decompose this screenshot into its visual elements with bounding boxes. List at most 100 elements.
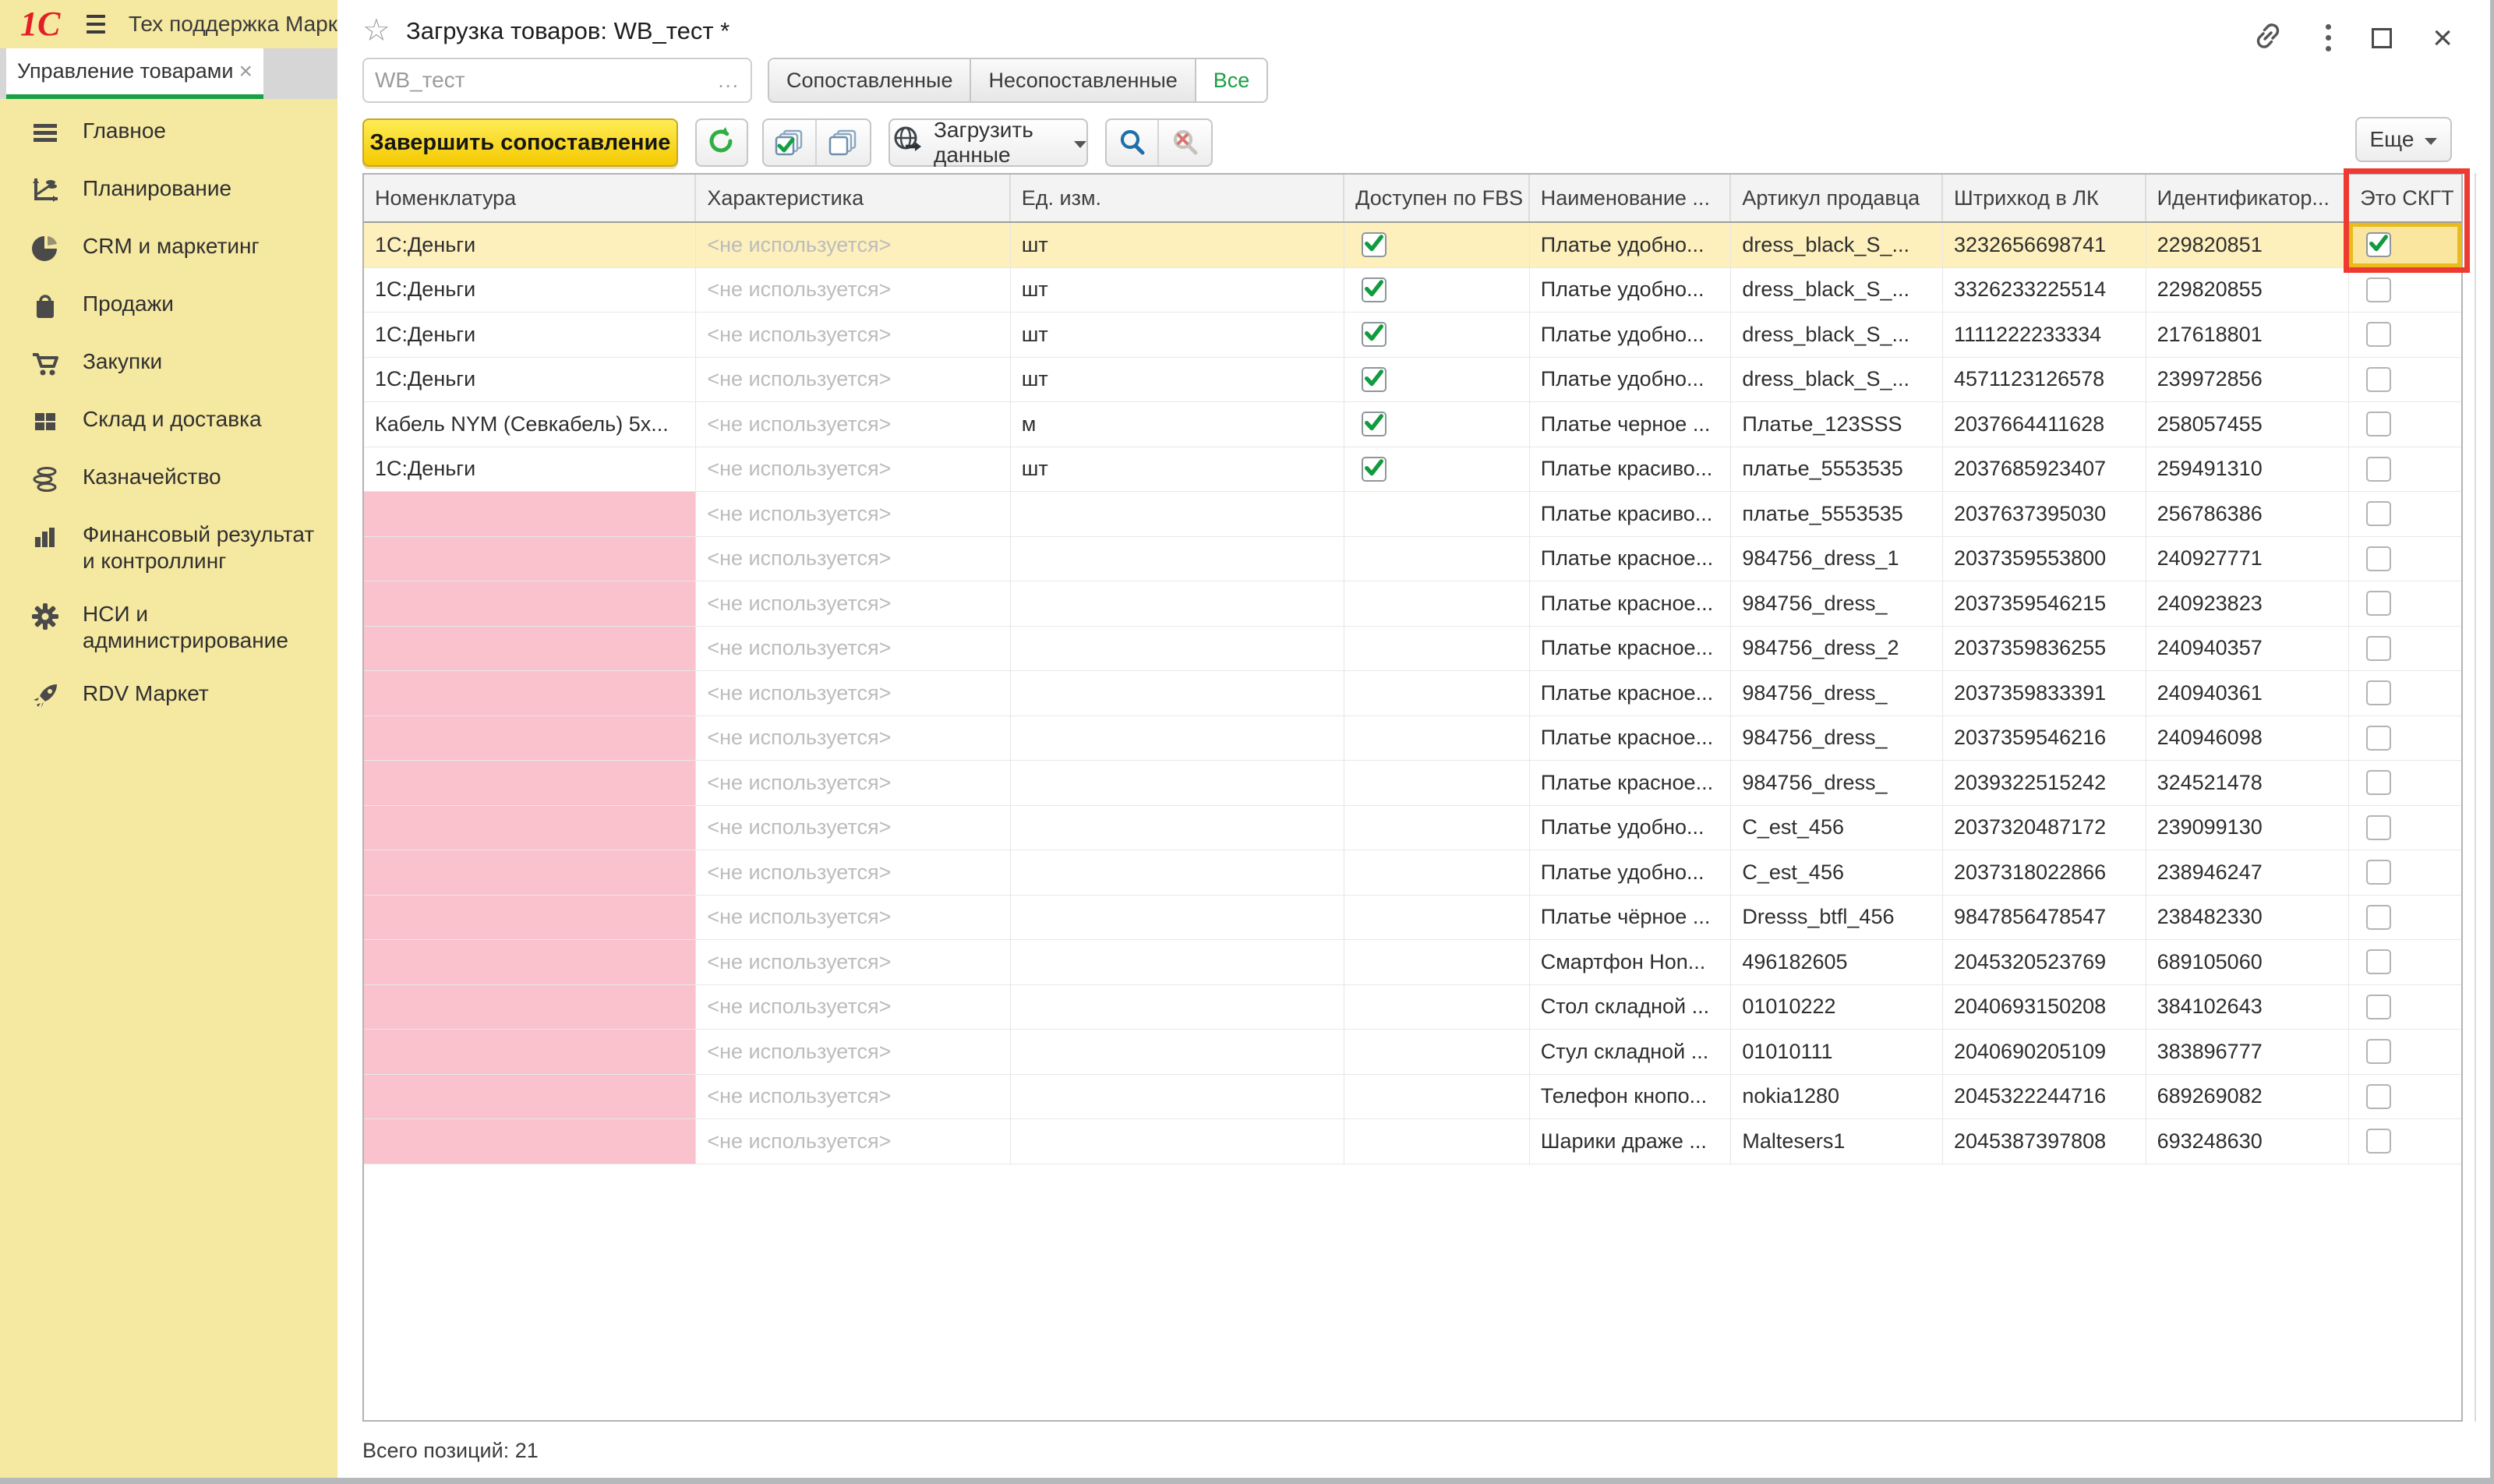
column-header-5[interactable]: Артикул продавца [1731, 175, 1943, 221]
column-header-4[interactable]: Наименование ... [1530, 175, 1732, 221]
column-header-1[interactable]: Характеристика [696, 175, 1010, 221]
skgt-checkbox[interactable] [2366, 1039, 2391, 1064]
column-header-8[interactable]: Это СКГТ [2349, 175, 2461, 221]
table-row[interactable]: 1С:Деньги<не используется>штПлатье удобн… [364, 313, 2461, 358]
search-icon[interactable] [1107, 120, 1159, 165]
sidebar-item-warehouse[interactable]: Склад и доставка [0, 406, 337, 437]
fbs-checkbox[interactable] [1362, 412, 1387, 436]
skgt-checkbox[interactable] [2366, 726, 2391, 751]
table-row[interactable]: <не используется>Смартфон Hon...49618260… [364, 940, 2461, 985]
sidebar-item-purchases[interactable]: Закупки [0, 348, 337, 380]
table-row[interactable]: <не используется>Платье красиво...платье… [364, 492, 2461, 537]
tab-close-icon[interactable]: × [238, 60, 253, 83]
table-row[interactable]: 1С:Деньги<не используется>штПлатье удобн… [364, 358, 2461, 403]
load-data-button[interactable]: Загрузить данные [888, 118, 1088, 167]
tab-product-management[interactable]: Управление товарами × [6, 48, 263, 99]
sidebar-item-sales[interactable]: Продажи [0, 291, 337, 322]
table-row[interactable]: <не используется>Платье красное...984756… [364, 537, 2461, 582]
column-header-2[interactable]: Ед. изм. [1011, 175, 1344, 221]
column-header-7[interactable]: Идентификатор... [2146, 175, 2350, 221]
skgt-checkbox[interactable] [2366, 905, 2391, 930]
table-row[interactable]: <не используется>Платье красное...984756… [364, 716, 2461, 761]
maximize-icon[interactable] [2372, 28, 2392, 48]
skgt-checkbox[interactable] [2366, 1084, 2391, 1109]
fbs-checkbox[interactable] [1362, 322, 1387, 347]
close-icon[interactable]: × [2432, 28, 2453, 48]
table-row[interactable]: <не используется>Платье красное...984756… [364, 581, 2461, 627]
more-button[interactable]: Еще [2355, 117, 2452, 162]
column-header-6[interactable]: Штрихкод в ЛК [1943, 175, 2146, 221]
skgt-checkbox[interactable] [2366, 860, 2391, 885]
table-row[interactable]: 1С:Деньги<не используется>штПлатье краси… [364, 447, 2461, 493]
table-row[interactable]: <не используется>Платье красное...984756… [364, 671, 2461, 716]
sidebar-item-main[interactable]: Главное [0, 118, 337, 149]
cell-identifier: 240940361 [2146, 671, 2350, 716]
cell-seller-article: 984756_dress_1 [1731, 537, 1943, 582]
hamburger-menu-icon[interactable] [87, 15, 104, 34]
skgt-checkbox[interactable] [2366, 367, 2391, 392]
skgt-checkbox[interactable] [2366, 501, 2391, 526]
segment-unmatched[interactable]: Несопоставленные [971, 59, 1196, 101]
cell-characteristic: <не используется> [696, 537, 1010, 582]
table-row[interactable]: <не используется>Шарики драже ...Maltese… [364, 1119, 2461, 1164]
more-options-kebab-icon[interactable] [2326, 24, 2331, 51]
cell-seller-article: 984756_dress_ [1731, 761, 1943, 806]
segment-all[interactable]: Все [1196, 59, 1267, 101]
cell-unit [1011, 940, 1344, 985]
table-row[interactable]: <не используется>Платье удобно...C_est_4… [364, 806, 2461, 851]
connection-name-field[interactable]: WB_тест ... [362, 58, 752, 103]
table-row[interactable]: <не используется>Платье красное...984756… [364, 761, 2461, 806]
skgt-checkbox[interactable] [2366, 949, 2391, 974]
products-table: НоменклатураХарактеристикаЕд. изм.Доступ… [362, 173, 2463, 1422]
favorite-star-icon[interactable]: ☆ [362, 12, 390, 48]
skgt-checkbox[interactable] [2366, 322, 2391, 347]
skgt-checkbox[interactable] [2366, 995, 2391, 1019]
cancel-search-icon[interactable] [1159, 120, 1211, 165]
segment-matched[interactable]: Сопоставленные [769, 59, 971, 101]
sidebar-item-rdv-market[interactable]: RDV Маркет [0, 680, 337, 712]
finish-matching-button[interactable]: Завершить сопоставление [362, 118, 678, 167]
table-row[interactable]: Кабель NYM (Севкабель) 5х...<не использу… [364, 402, 2461, 447]
column-header-0[interactable]: Номенклатура [364, 175, 696, 221]
link-icon[interactable] [2251, 19, 2285, 57]
sidebar-item-nsi-admin[interactable]: НСИ и администрирование [0, 601, 337, 654]
cell-unit [1011, 627, 1344, 672]
skgt-checkbox[interactable] [2366, 546, 2391, 571]
table-row[interactable]: <не используется>Платье удобно...C_est_4… [364, 850, 2461, 896]
table-row[interactable]: 1С:Деньги<не используется>штПлатье удобн… [364, 268, 2461, 313]
sidebar-item-crm[interactable]: CRM и маркетинг [0, 233, 337, 264]
skgt-checkbox[interactable] [2366, 636, 2391, 661]
check-all-button[interactable] [764, 120, 817, 165]
table-row[interactable]: <не используется>Стол складной ...010102… [364, 985, 2461, 1030]
fbs-checkbox[interactable] [1362, 277, 1387, 302]
skgt-checkbox[interactable] [2366, 680, 2391, 705]
column-header-3[interactable]: Доступен по FBS [1344, 175, 1530, 221]
table-row[interactable]: <не используется>Платье красное...984756… [364, 627, 2461, 672]
fbs-checkbox[interactable] [1362, 367, 1387, 392]
skgt-checkbox[interactable] [2366, 770, 2391, 795]
skgt-checkbox[interactable] [2366, 277, 2391, 302]
skgt-checkbox[interactable] [2366, 815, 2391, 840]
cell-barcode: 2040690205109 [1943, 1030, 2146, 1075]
table-row[interactable]: 1С:Деньги<не используется>штПлатье удобн… [364, 223, 2461, 268]
skgt-checkbox[interactable] [2366, 232, 2391, 257]
table-row[interactable]: <не используется>Стул складной ...010101… [364, 1030, 2461, 1075]
skgt-checkbox[interactable] [2366, 457, 2391, 482]
field-more-button[interactable]: ... [718, 69, 740, 93]
uncheck-all-button[interactable] [817, 120, 870, 165]
table-scrollbar[interactable] [2475, 173, 2476, 1422]
skgt-checkbox[interactable] [2366, 1129, 2391, 1154]
fbs-checkbox[interactable] [1362, 457, 1387, 482]
sidebar-item-planning[interactable]: Планирование [0, 175, 337, 207]
table-row[interactable]: <не используется>Телефон кнопо...nokia12… [364, 1075, 2461, 1120]
fbs-checkbox[interactable] [1362, 232, 1387, 257]
skgt-checkbox[interactable] [2366, 412, 2391, 436]
match-filter-segments: Сопоставленные Несопоставленные Все [768, 58, 1268, 103]
refresh-button[interactable] [695, 118, 748, 167]
sidebar-item-finance[interactable]: Финансовый результат и контроллинг [0, 521, 337, 574]
sidebar-item-treasury[interactable]: Казначейство [0, 464, 337, 495]
cell-barcode: 2037664411628 [1943, 402, 2146, 447]
cell-name: Платье красное... [1530, 627, 1732, 672]
table-row[interactable]: <не используется>Платье чёрное ...Dresss… [364, 896, 2461, 941]
skgt-checkbox[interactable] [2366, 591, 2391, 616]
